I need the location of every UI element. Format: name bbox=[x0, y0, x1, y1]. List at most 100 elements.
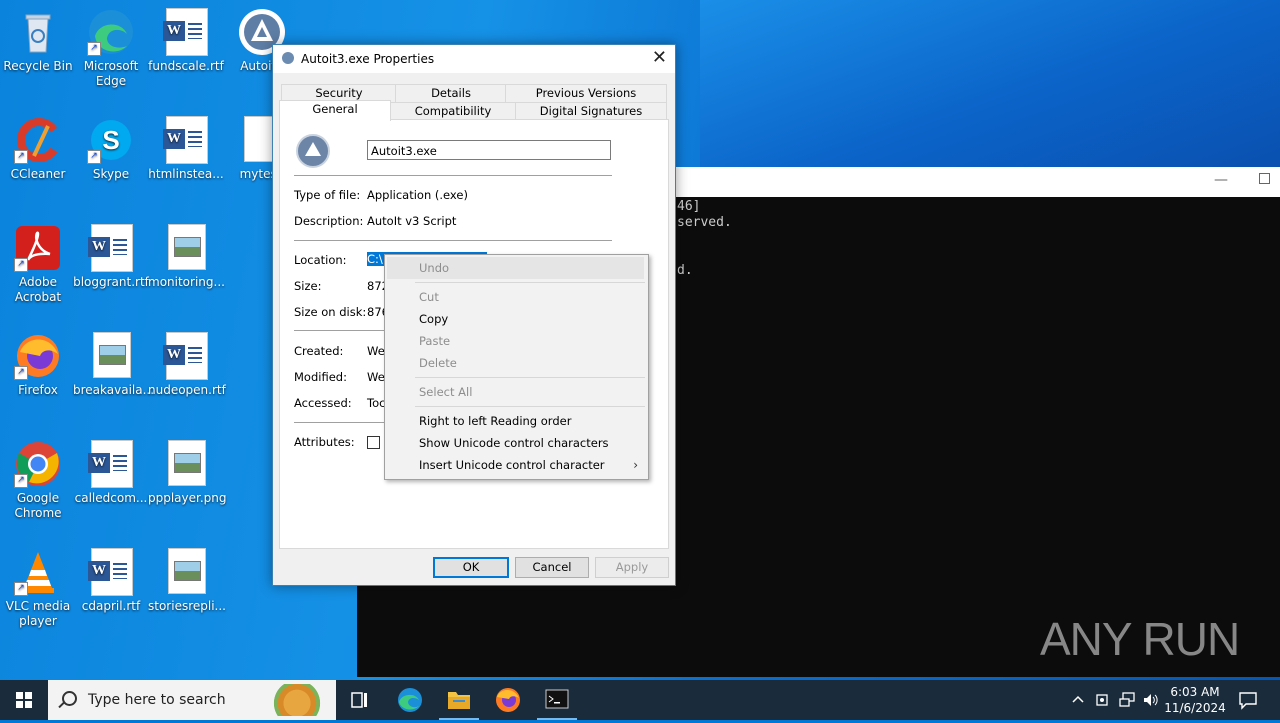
volume-icon[interactable] bbox=[1142, 691, 1160, 712]
desktop-icon-vlc[interactable]: ↗ VLC media player bbox=[0, 548, 76, 629]
notification-icon[interactable] bbox=[1238, 690, 1258, 713]
desktop-icon-label: VLC media player bbox=[5, 599, 71, 628]
desktop-icon-nudeopen[interactable]: W nudeopen.rtf bbox=[148, 332, 226, 398]
created-label: Created: bbox=[294, 344, 344, 358]
shortcut-arrow-icon: ↗ bbox=[87, 42, 101, 56]
desktop-icon-bloggrant[interactable]: W bloggrant.rtf bbox=[73, 224, 149, 290]
vlc-icon: ↗ bbox=[14, 548, 62, 596]
tab-previous-versions[interactable]: Previous Versions bbox=[505, 84, 667, 102]
tab-details[interactable]: Details bbox=[395, 84, 507, 102]
task-view-button[interactable] bbox=[336, 680, 384, 720]
shortcut-arrow-icon: ↗ bbox=[14, 366, 28, 380]
desktop-icon-label: Firefox bbox=[18, 383, 58, 397]
desktop-icon-label: cdapril.rtf bbox=[81, 599, 141, 613]
tab-general[interactable]: General bbox=[279, 100, 391, 121]
console-line: 46] bbox=[677, 199, 701, 214]
autoit-icon bbox=[282, 52, 294, 64]
image-file-icon bbox=[87, 332, 135, 380]
word-document-icon: W bbox=[162, 8, 210, 56]
divider bbox=[294, 240, 612, 241]
size-on-disk-label: Size on disk: bbox=[294, 305, 367, 319]
firefox-icon bbox=[496, 688, 520, 712]
search-icon bbox=[62, 691, 77, 706]
menu-item-undo[interactable]: Undo bbox=[419, 261, 449, 275]
taskbar-search-box[interactable]: Type here to search bbox=[48, 680, 336, 720]
taskbar-file-explorer[interactable] bbox=[435, 680, 483, 720]
desktop-icon-calledcom[interactable]: W calledcom... bbox=[73, 440, 149, 506]
task-view-icon bbox=[351, 692, 367, 708]
menu-item-insert-unicode[interactable]: Insert Unicode control character bbox=[419, 458, 605, 472]
word-document-icon: W bbox=[162, 332, 210, 380]
word-document-icon: W bbox=[87, 440, 135, 488]
tab-digital-signatures[interactable]: Digital Signatures bbox=[515, 102, 667, 120]
desktop-icon-label: htmlinstea... bbox=[148, 167, 224, 181]
console-line: d. bbox=[677, 263, 693, 278]
desktop-icon-htmlinstea[interactable]: W htmlinstea... bbox=[148, 116, 224, 182]
filename-field[interactable]: Autoit3.exe bbox=[367, 140, 611, 160]
search-placeholder: Type here to search bbox=[88, 692, 226, 708]
windows-logo-icon bbox=[16, 692, 32, 708]
chevron-right-icon: › bbox=[633, 458, 638, 472]
desktop-icon-ppplayer[interactable]: ppplayer.png bbox=[148, 440, 227, 506]
wallpaper-glow bbox=[700, 0, 1280, 180]
desktop-icon-breakavaila[interactable]: breakavaila... bbox=[73, 332, 154, 398]
clock-time: 6:03 AM bbox=[1170, 685, 1220, 699]
maximize-button[interactable] bbox=[1259, 173, 1270, 184]
start-button[interactable] bbox=[0, 680, 48, 720]
desktop-icon-label: Microsoft Edge bbox=[83, 59, 139, 88]
context-menu[interactable]: Undo Cut Copy Paste Delete Select All Ri… bbox=[384, 254, 649, 480]
console-line: served. bbox=[677, 215, 732, 230]
desktop-icon-label: nudeopen.rtf bbox=[148, 383, 226, 397]
firefox-icon: ↗ bbox=[14, 332, 62, 380]
folder-icon bbox=[448, 692, 470, 709]
dialog-titlebar[interactable]: Autoit3.exe Properties ✕ bbox=[273, 45, 675, 73]
desktop-icon-skype[interactable]: S ↗ Skype bbox=[73, 116, 149, 182]
desktop-icon-cdapril[interactable]: W cdapril.rtf bbox=[73, 548, 149, 614]
taskbar-console[interactable] bbox=[533, 680, 581, 720]
accessed-label: Accessed: bbox=[294, 396, 352, 410]
system-clock[interactable]: 6:03 AM 11/6/2024 bbox=[1162, 684, 1228, 716]
tab-compatibility[interactable]: Compatibility bbox=[389, 102, 517, 120]
shortcut-arrow-icon: ↗ bbox=[14, 258, 28, 272]
menu-item-show-unicode[interactable]: Show Unicode control characters bbox=[419, 436, 609, 450]
desktop-icon-monitoring[interactable]: monitoring... bbox=[148, 224, 225, 290]
clock-date: 11/6/2024 bbox=[1164, 701, 1226, 715]
desktop-icon-edge[interactable]: ↗ Microsoft Edge bbox=[73, 8, 149, 89]
chevron-up-icon[interactable] bbox=[1070, 691, 1086, 710]
desktop-icon-recycle-bin[interactable]: Recycle Bin bbox=[0, 8, 76, 74]
desktop-icon-chrome[interactable]: ↗ Google Chrome bbox=[0, 440, 76, 521]
menu-separator bbox=[415, 406, 645, 407]
menu-item-cut[interactable]: Cut bbox=[419, 290, 439, 304]
menu-item-delete[interactable]: Delete bbox=[419, 356, 457, 370]
menu-item-paste[interactable]: Paste bbox=[419, 334, 450, 348]
acrobat-icon: ↗ bbox=[14, 224, 62, 272]
menu-item-select-all[interactable]: Select All bbox=[419, 385, 472, 399]
image-file-icon bbox=[162, 440, 210, 488]
modified-label: Modified: bbox=[294, 370, 347, 384]
desktop-icon-acrobat[interactable]: ↗ Adobe Acrobat bbox=[0, 224, 76, 305]
menu-item-rtl-reading[interactable]: Right to left Reading order bbox=[419, 414, 571, 428]
ok-button[interactable]: OK bbox=[433, 557, 509, 578]
shortcut-arrow-icon: ↗ bbox=[14, 474, 28, 488]
desktop-icon-label: Recycle Bin bbox=[3, 59, 73, 73]
readonly-checkbox[interactable] bbox=[367, 436, 380, 449]
desktop-icon-fundscale[interactable]: W fundscale.rtf bbox=[148, 8, 224, 74]
taskbar-edge[interactable] bbox=[386, 680, 434, 720]
close-icon[interactable]: ✕ bbox=[652, 47, 667, 68]
taskbar-firefox[interactable] bbox=[484, 680, 532, 720]
desktop-icon-ccleaner[interactable]: ↗ CCleaner bbox=[0, 116, 76, 182]
meet-now-icon[interactable] bbox=[1095, 691, 1111, 712]
dialog-title: Autoit3.exe Properties bbox=[301, 52, 435, 66]
menu-separator bbox=[415, 377, 645, 378]
network-icon[interactable] bbox=[1118, 691, 1136, 712]
shortcut-arrow-icon: ↗ bbox=[14, 582, 28, 596]
desktop-icon-firefox[interactable]: ↗ Firefox bbox=[0, 332, 76, 398]
desktop-icon-storiesrepli[interactable]: storiesrepli... bbox=[148, 548, 226, 614]
modified-value: We bbox=[367, 370, 385, 384]
minimize-button[interactable]: — bbox=[1214, 172, 1228, 188]
apply-button[interactable]: Apply bbox=[595, 557, 669, 578]
cancel-button[interactable]: Cancel bbox=[515, 557, 589, 578]
description-label: Description: bbox=[294, 214, 364, 228]
edge-icon: ↗ bbox=[87, 8, 135, 56]
menu-item-copy[interactable]: Copy bbox=[419, 312, 448, 326]
